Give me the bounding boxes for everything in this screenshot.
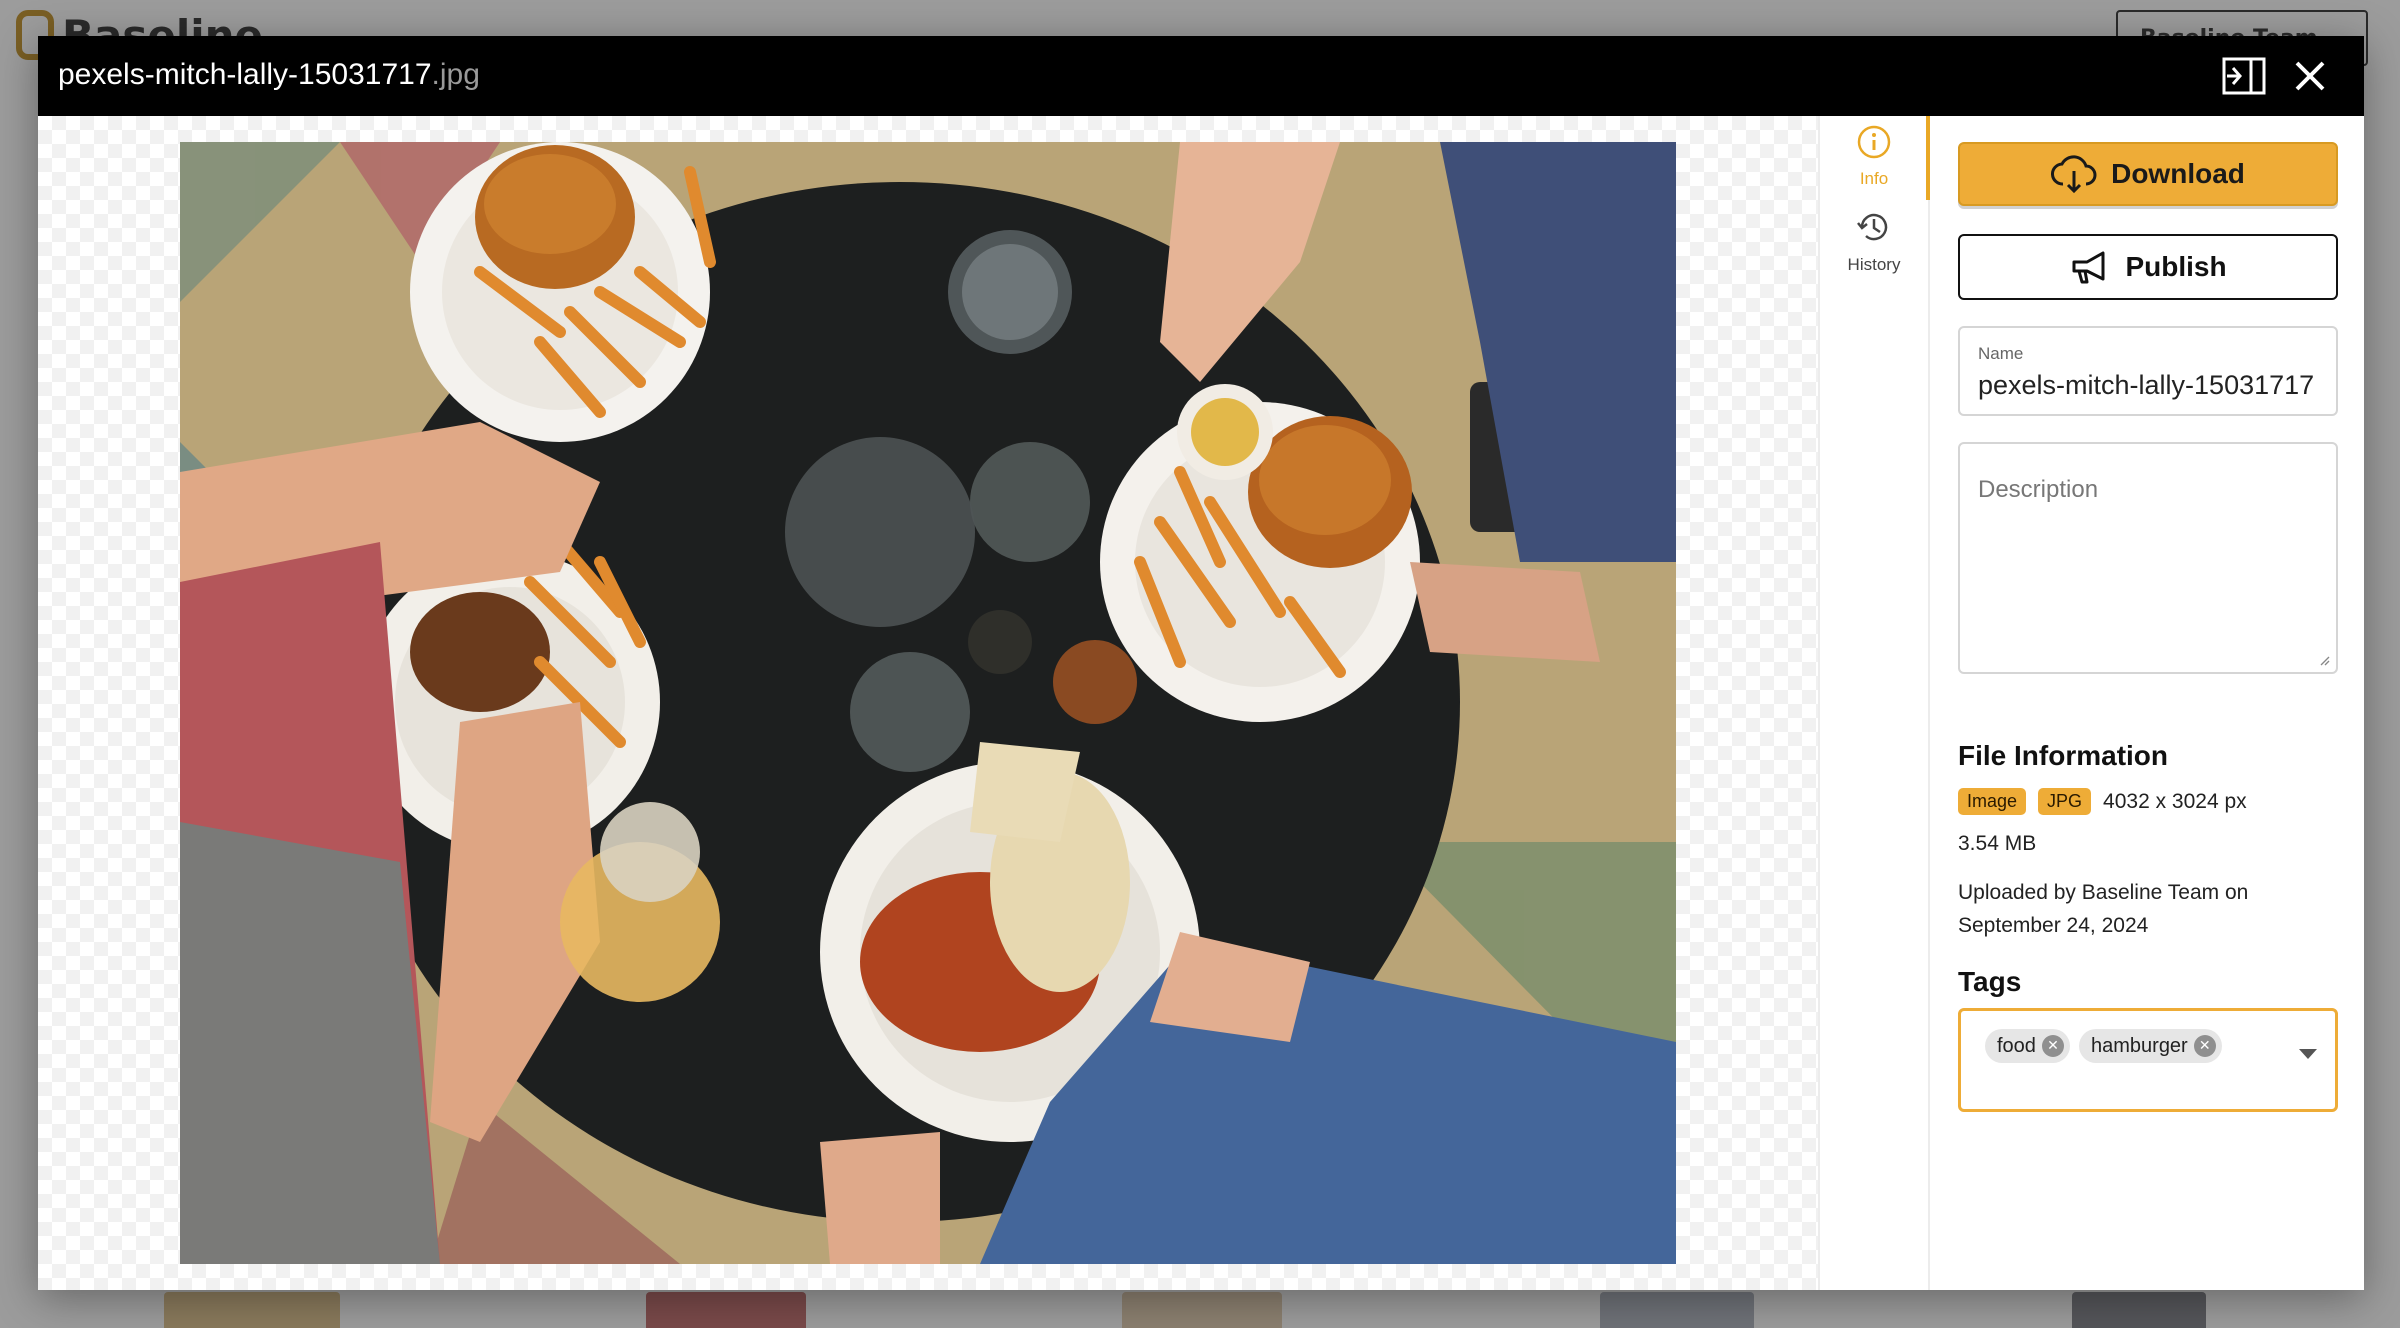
name-field-label: Name <box>1978 344 2024 363</box>
collapse-panel-button[interactable] <box>2222 56 2266 96</box>
cloud-download-icon <box>2051 155 2097 194</box>
thumbnail <box>1600 1292 1754 1328</box>
tab-history[interactable]: History <box>1820 208 1928 292</box>
modal-header: pexels-mitch-lally-15031717.jpg <box>38 36 2364 116</box>
tab-info[interactable]: Info <box>1820 116 1930 200</box>
remove-tag-icon[interactable]: ✕ <box>2193 1035 2216 1057</box>
tag-chip: food ✕ <box>1985 1029 2070 1063</box>
description-placeholder: Description <box>1978 476 2099 503</box>
remove-tag-icon[interactable]: ✕ <box>2041 1035 2064 1057</box>
chevron-down-icon[interactable] <box>2299 1049 2317 1059</box>
resize-handle-icon[interactable] <box>2318 654 2330 666</box>
publish-button[interactable]: Publish <box>1958 234 2338 300</box>
file-title: pexels-mitch-lally-15031717.jpg <box>58 58 480 92</box>
side-tab-bar: Info History <box>1820 116 1930 1290</box>
name-field-value[interactable]: pexels-mitch-lally-15031717 <box>1978 370 2314 401</box>
close-icon <box>2295 61 2325 91</box>
uploaded-by-text: Uploaded by Baseline Team on September 2… <box>1958 881 2249 937</box>
tag-chip: hamburger ✕ <box>2079 1029 2222 1063</box>
format-badge: JPG <box>2038 788 2092 815</box>
file-extension: .jpg <box>431 58 480 91</box>
megaphone-icon <box>2072 251 2105 284</box>
panel-collapse-icon <box>2222 57 2266 95</box>
tags-input[interactable]: food ✕ hamburger ✕ <box>1958 1008 2338 1112</box>
file-information-heading: File Information <box>1958 740 2168 771</box>
history-icon <box>1857 213 1888 241</box>
thumbnail <box>2072 1292 2206 1328</box>
file-basename: pexels-mitch-lally-15031717 <box>58 58 432 91</box>
publish-label: Publish <box>2125 251 2227 282</box>
info-panel: Download Publish Name pexels-mitch-lally… <box>1930 116 2364 1290</box>
tab-info-label: Info <box>1859 169 1889 188</box>
info-icon <box>1857 125 1891 159</box>
close-button[interactable] <box>2288 56 2332 96</box>
type-badge: Image <box>1958 788 2027 815</box>
dimensions-text: 4032 x 3024 px <box>2103 789 2247 813</box>
download-button[interactable]: Download <box>1958 142 2338 206</box>
tags-heading: Tags <box>1958 966 2022 997</box>
name-field[interactable]: Name pexels-mitch-lally-15031717 <box>1958 326 2338 416</box>
food-photo-illustration <box>180 142 1676 1264</box>
tab-history-label: History <box>1847 255 1901 274</box>
file-size-text: 3.54 MB <box>1958 832 2037 855</box>
asset-image[interactable] <box>180 142 1676 1264</box>
description-field[interactable]: Description <box>1958 442 2338 674</box>
asset-detail-modal: pexels-mitch-lally-15031717.jpg Info His… <box>38 36 2364 1290</box>
thumbnail-strip <box>0 1292 2400 1328</box>
download-label: Download <box>2111 158 2245 189</box>
file-type-row: Image JPG 4032 x 3024 px <box>1958 788 2247 815</box>
thumbnail <box>1122 1292 1282 1328</box>
thumbnail <box>646 1292 806 1328</box>
tag-label: food <box>1997 1034 2036 1057</box>
thumbnail <box>164 1292 340 1328</box>
tag-label: hamburger <box>2091 1034 2188 1057</box>
image-viewer <box>38 116 1820 1290</box>
